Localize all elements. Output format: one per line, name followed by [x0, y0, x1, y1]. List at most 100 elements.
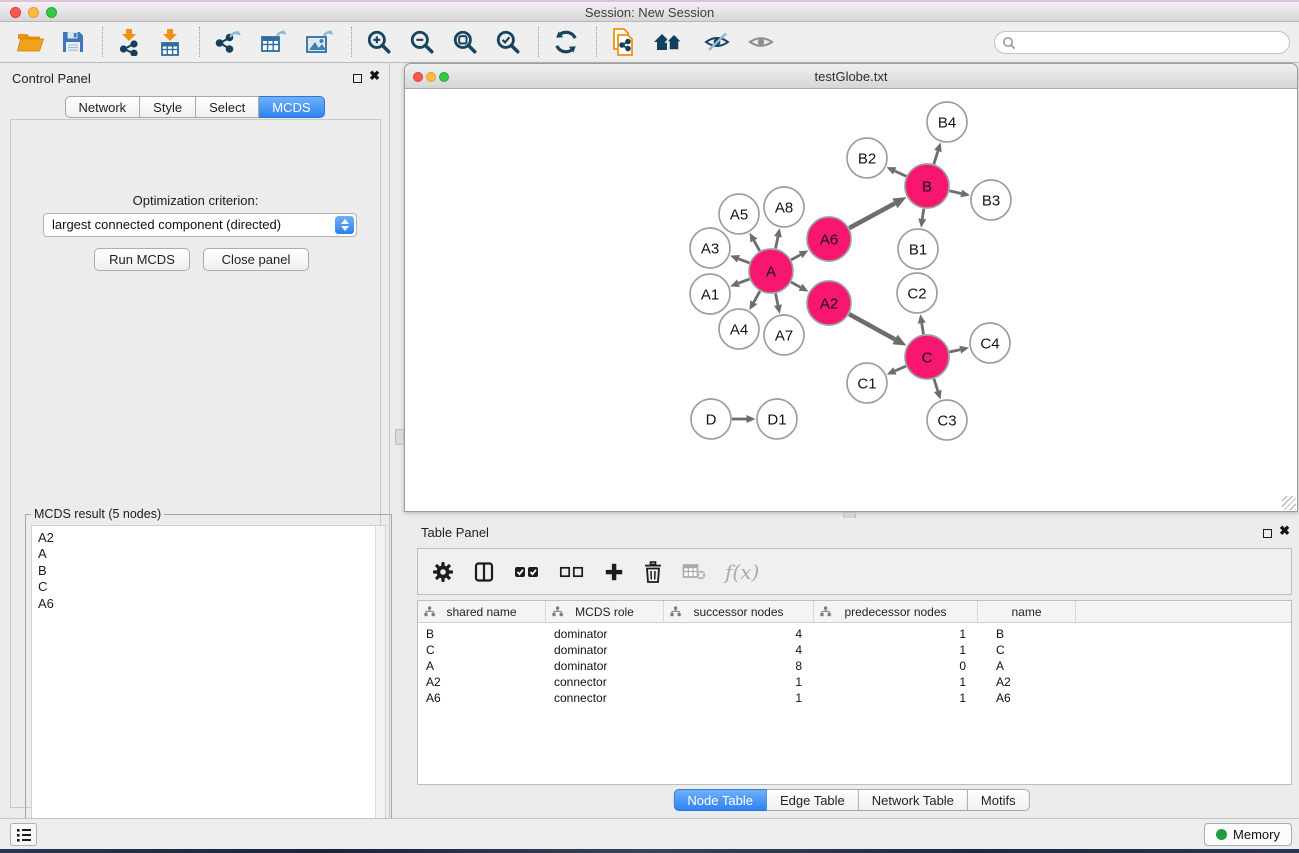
vertical-scrollbar-thumb[interactable]: [395, 429, 404, 445]
graph-node-A7[interactable]: A7: [764, 315, 804, 355]
close-panel-button[interactable]: Close panel: [203, 248, 309, 271]
tab-motifs[interactable]: Motifs: [968, 789, 1030, 811]
column-header-shared-name[interactable]: shared name: [418, 601, 546, 622]
show-columns-button[interactable]: [473, 561, 495, 583]
graph-node-C[interactable]: C: [905, 335, 949, 379]
close-panel-icon[interactable]: ✖: [369, 68, 380, 84]
graph-node-A3[interactable]: A3: [690, 228, 730, 268]
show-all-button[interactable]: [744, 25, 778, 59]
mcds-result-item[interactable]: A: [32, 546, 385, 562]
table-row[interactable]: A6connector11A6: [418, 690, 1291, 706]
graph-edge-A-A3[interactable]: [739, 259, 750, 263]
export-image-button[interactable]: [300, 25, 338, 59]
tab-edge-table[interactable]: Edge Table: [767, 789, 859, 811]
graph-edge-A-A1[interactable]: [739, 279, 750, 283]
graph-node-D1[interactable]: D1: [757, 399, 797, 439]
table-settings-button[interactable]: [432, 561, 454, 583]
tab-select[interactable]: Select: [196, 96, 259, 118]
graph-edge-B-B1[interactable]: [922, 209, 923, 219]
graph-node-A8[interactable]: A8: [764, 187, 804, 227]
network-graph-canvas[interactable]: B4 B2 B B3 A8A5 A6 A3 B1 A C2 A1 A2 A4A7 C4 C C1 C3 D D1: [405, 90, 1297, 512]
graph-edge-B-B3[interactable]: [949, 191, 961, 194]
graph-node-B4[interactable]: B4: [927, 102, 967, 142]
column-header-name[interactable]: name: [978, 601, 1076, 622]
graph-edge-A2-C[interactable]: [849, 314, 895, 339]
float-table-panel-icon[interactable]: [1263, 529, 1272, 538]
memory-button[interactable]: Memory: [1204, 823, 1292, 846]
tab-mcds[interactable]: MCDS: [259, 96, 324, 118]
hide-selected-button[interactable]: [699, 25, 735, 59]
mcds-result-item[interactable]: A2: [32, 530, 385, 546]
table-row[interactable]: Adominator80A: [418, 658, 1291, 674]
search-input[interactable]: [1020, 35, 1289, 50]
tab-node-table[interactable]: Node Table: [673, 789, 767, 811]
graph-node-C4[interactable]: C4: [970, 323, 1010, 363]
graph-node-B2[interactable]: B2: [847, 138, 887, 178]
column-header-MCDS-role[interactable]: MCDS role: [546, 601, 664, 622]
table-row[interactable]: Bdominator41B: [418, 626, 1291, 642]
graph-edge-B-B2[interactable]: [895, 171, 907, 176]
graph-node-C2[interactable]: C2: [897, 273, 937, 313]
graph-node-C1[interactable]: C1: [847, 363, 887, 403]
column-header-predecessor-nodes[interactable]: predecessor nodes: [814, 601, 978, 622]
graph-node-A1[interactable]: A1: [690, 274, 730, 314]
window-resize-grip[interactable]: [1282, 496, 1296, 510]
graph-node-A[interactable]: A: [749, 249, 793, 293]
criterion-dropdown[interactable]: largest connected component (directed): [43, 213, 357, 237]
table-row[interactable]: Cdominator41C: [418, 642, 1291, 658]
result-list-scrollbar[interactable]: [375, 526, 385, 848]
mcds-result-item[interactable]: C: [32, 579, 385, 595]
graph-edge-C-C1[interactable]: [895, 366, 906, 371]
graph-node-D[interactable]: D: [691, 399, 731, 439]
graph-edge-A-A4[interactable]: [754, 291, 760, 302]
graph-edge-A6-B[interactable]: [849, 203, 895, 228]
graph-edge-C-C4[interactable]: [949, 350, 960, 352]
deselect-all-rows-button[interactable]: [559, 565, 585, 579]
graph-edge-A-A6[interactable]: [791, 255, 800, 260]
export-table-button[interactable]: [255, 25, 291, 59]
mcds-result-list[interactable]: A2ABCA6: [31, 525, 386, 849]
zoom-fit-button[interactable]: [448, 25, 482, 59]
graph-node-B1[interactable]: B1: [898, 229, 938, 269]
graph-edge-A-A2[interactable]: [791, 282, 800, 287]
close-table-panel-icon[interactable]: ✖: [1279, 523, 1290, 539]
network-window-titlebar[interactable]: testGlobe.txt: [405, 64, 1297, 89]
graph-node-C3[interactable]: C3: [927, 400, 967, 440]
search-field[interactable]: [994, 31, 1290, 54]
import-table-button[interactable]: [154, 25, 186, 59]
open-session-button[interactable]: [12, 25, 48, 59]
graph-node-A6[interactable]: A6: [807, 217, 851, 261]
graph-edge-C-C2[interactable]: [922, 323, 924, 334]
zoom-in-button[interactable]: [362, 25, 396, 59]
tab-network[interactable]: Network: [64, 96, 140, 118]
graph-node-A5[interactable]: A5: [719, 194, 759, 234]
task-history-button[interactable]: [10, 823, 37, 846]
graph-edge-B-B4[interactable]: [934, 151, 938, 164]
save-session-button[interactable]: [57, 25, 89, 59]
tab-network-table[interactable]: Network Table: [859, 789, 968, 811]
graph-node-B3[interactable]: B3: [971, 180, 1011, 220]
import-network-button[interactable]: [113, 25, 145, 59]
select-all-rows-button[interactable]: [514, 565, 540, 579]
graph-edge-A-A7[interactable]: [776, 294, 778, 306]
run-mcds-button[interactable]: Run MCDS: [94, 248, 190, 271]
graph-node-B[interactable]: B: [905, 164, 949, 208]
zoom-selected-button[interactable]: [491, 25, 525, 59]
graph-node-A2[interactable]: A2: [807, 281, 851, 325]
tab-style[interactable]: Style: [140, 96, 196, 118]
refresh-button[interactable]: [549, 25, 583, 59]
graph-edge-A-A5[interactable]: [754, 241, 760, 251]
mcds-result-item[interactable]: A6: [32, 596, 385, 612]
new-network-from-selection-button[interactable]: [607, 25, 639, 59]
mcds-result-item[interactable]: B: [32, 563, 385, 579]
float-panel-icon[interactable]: [353, 74, 362, 83]
table-row[interactable]: A2connector11A2: [418, 674, 1291, 690]
graph-node-A4[interactable]: A4: [719, 309, 759, 349]
zoom-out-button[interactable]: [405, 25, 439, 59]
first-neighbors-button[interactable]: [648, 25, 690, 59]
delete-column-button[interactable]: [643, 561, 663, 583]
graph-edge-C-C3[interactable]: [934, 379, 938, 391]
graph-edge-A-A8[interactable]: [776, 237, 778, 249]
add-column-button[interactable]: [604, 562, 624, 582]
export-network-button[interactable]: [210, 25, 246, 59]
